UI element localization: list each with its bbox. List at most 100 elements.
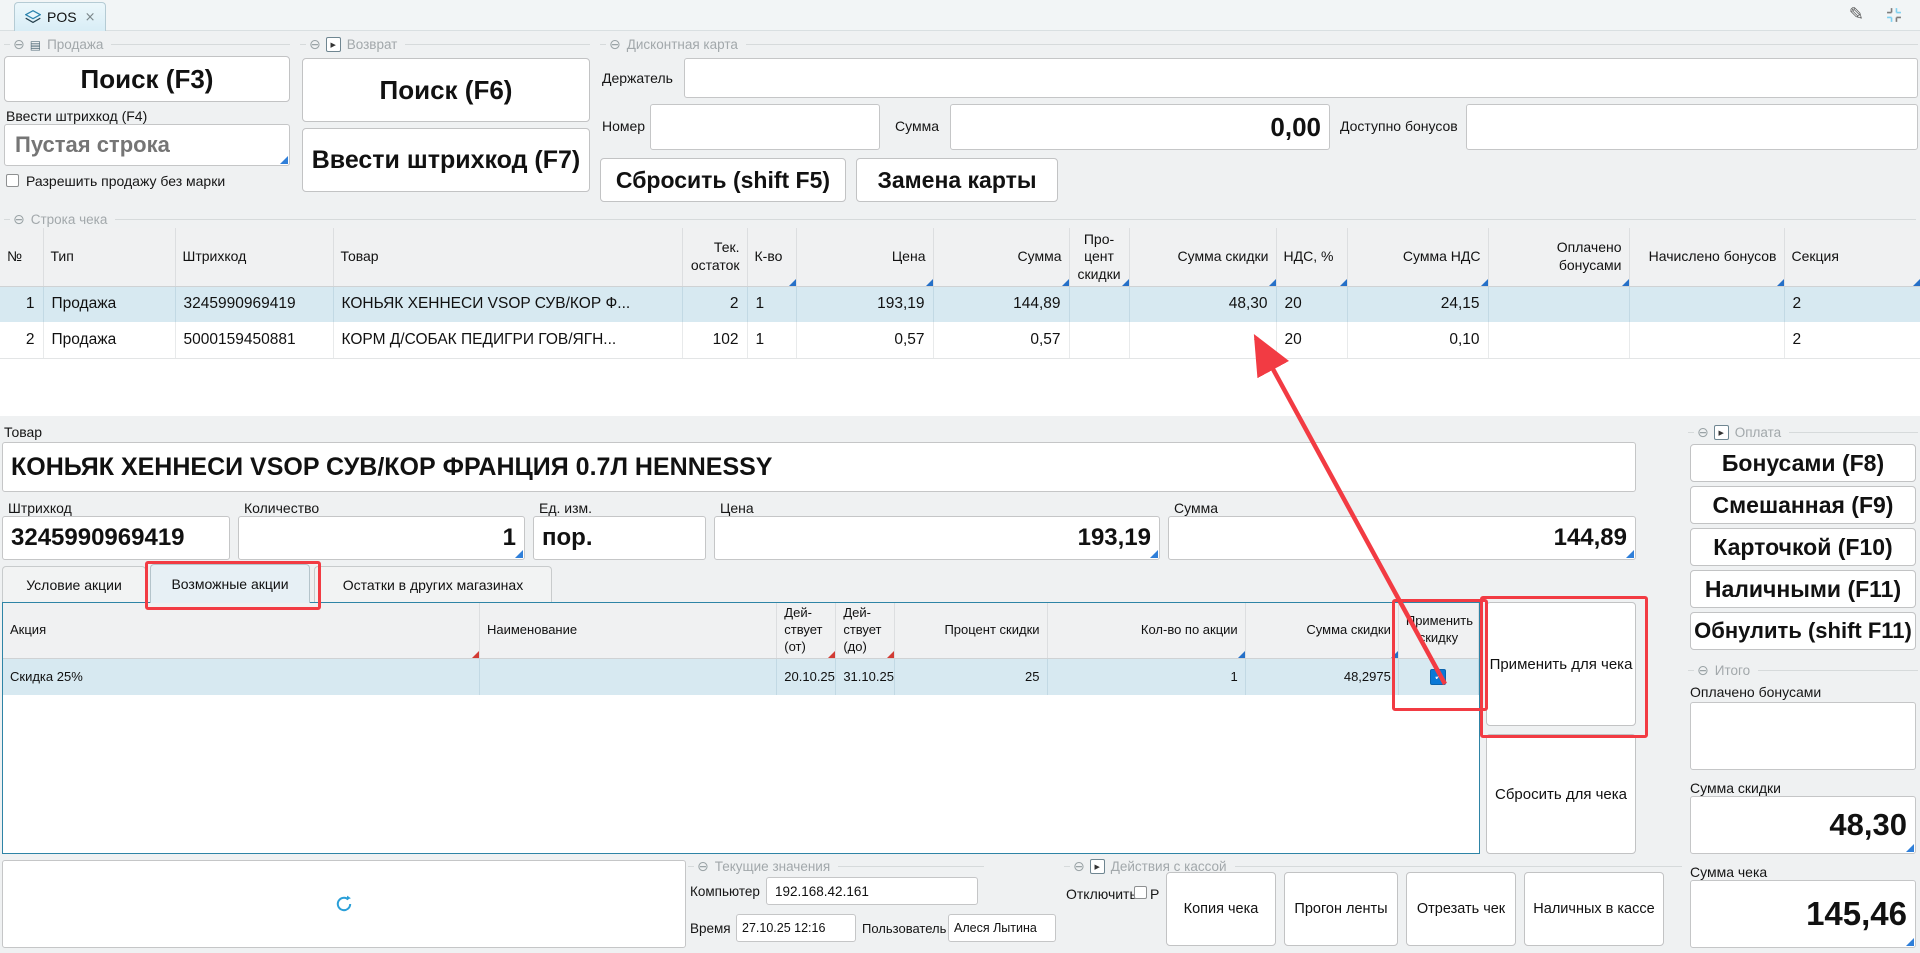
collapse-icon[interactable]: ⊖ <box>1697 426 1709 440</box>
collapse-icon[interactable]: ⊖ <box>1073 860 1085 874</box>
refresh-panel <box>2 860 686 948</box>
col-accrued-bonus[interactable]: Начислено бонусов <box>1629 228 1784 286</box>
col-price[interactable]: Цена <box>796 228 933 286</box>
cell <box>1488 286 1629 322</box>
col-paid-bonus[interactable]: Оплачено бонусами <box>1488 228 1629 286</box>
product-name-field[interactable]: КОНЬЯК ХЕННЕСИ VSOP СУВ/КОР ФРАНЦИЯ 0.7Л… <box>2 442 1636 492</box>
col-promo[interactable]: Акция <box>3 603 479 658</box>
cell: 20.10.25 <box>777 658 836 695</box>
card-reset-button[interactable]: Сбросить (shift F5) <box>600 158 846 202</box>
user-field[interactable]: Алеся Лытина <box>948 914 1056 942</box>
col-type[interactable]: Тип <box>43 228 175 286</box>
cell: 1 <box>0 286 43 322</box>
pay-mixed-button[interactable]: Смешанная (F9) <box>1690 486 1916 524</box>
cell: 20 <box>1276 286 1347 322</box>
sort-indicator-icon <box>1481 279 1488 286</box>
total-discount-field[interactable]: 48,30 <box>1690 796 1916 854</box>
collapse-icon[interactable]: ⊖ <box>13 213 25 227</box>
cell: 2 <box>1784 322 1920 358</box>
pay-card-button[interactable]: Карточкой (F10) <box>1690 528 1916 566</box>
col-promo-qty[interactable]: Кол-во по акции <box>1047 603 1245 658</box>
sort-indicator-icon <box>789 279 796 286</box>
col-stock[interactable]: Тек. остаток <box>682 228 747 286</box>
card-sum-field[interactable]: 0,00 <box>950 104 1330 150</box>
col-barcode[interactable]: Штрихкод <box>175 228 333 286</box>
col-sum[interactable]: Сумма <box>933 228 1069 286</box>
check-copy-button[interactable]: Копия чека <box>1166 872 1276 946</box>
product-price-field[interactable]: 193,19 <box>714 516 1160 560</box>
compress-corners-icon[interactable] <box>1886 7 1902 23</box>
refund-barcode-button[interactable]: Ввести штрихкод (F7) <box>302 128 590 192</box>
sort-indicator-icon <box>472 651 479 658</box>
collapse-icon[interactable]: ⊖ <box>13 38 25 52</box>
tab-close-icon[interactable]: × <box>85 10 96 25</box>
card-replace-button[interactable]: Замена карты <box>856 158 1058 202</box>
tab-other-stores-stock[interactable]: Остатки в других магазинах <box>314 566 552 603</box>
col-section[interactable]: Секция <box>1784 228 1920 286</box>
sort-indicator-icon <box>1391 651 1398 658</box>
col-discount-sum[interactable]: Сумма скидки <box>1245 603 1398 658</box>
col-discount-sum[interactable]: Сумма скидки <box>1129 228 1276 286</box>
collapse-icon[interactable]: ⊖ <box>697 860 709 874</box>
apply-for-check-button[interactable]: Применить для чека <box>1486 602 1636 726</box>
collapse-icon[interactable]: ⊖ <box>609 38 621 52</box>
sale-barcode-input[interactable] <box>13 131 281 159</box>
reset-for-check-button[interactable]: Сбросить для чека <box>1486 734 1636 854</box>
tab-possible-promos[interactable]: Возможные акции <box>150 564 310 603</box>
disable-checkbox[interactable] <box>1134 886 1147 899</box>
total-group-title: Итого <box>1715 663 1750 678</box>
computer-field[interactable]: 192.168.42.161 <box>766 877 978 905</box>
col-discount-percent[interactable]: Процент скидки <box>895 603 1047 658</box>
receipt-header-row: № Тип Штрихкод Товар Тек. остаток К-во Ц… <box>0 228 1920 286</box>
reset-payment-button[interactable]: Обнулить (shift F11) <box>1690 612 1916 650</box>
product-unit-field[interactable]: пор. <box>533 516 706 560</box>
refresh-icon[interactable] <box>334 894 354 914</box>
play-icon: ▶ <box>1090 859 1105 874</box>
tab-promo-conditions[interactable]: Условие акции <box>2 566 146 603</box>
disable-suffix-label: Р <box>1150 886 1159 902</box>
cash-in-register-button[interactable]: Наличных в кассе <box>1524 872 1664 946</box>
card-number-field[interactable] <box>650 104 880 150</box>
tab-pos[interactable]: POS × <box>14 2 106 31</box>
col-promo-name[interactable]: Наименование <box>479 603 776 658</box>
sale-barcode-label: Ввести штрихкод (F4) <box>6 108 147 124</box>
cell: 1 <box>747 322 796 358</box>
col-vat[interactable]: НДС, % <box>1276 228 1347 286</box>
total-check-sum-field[interactable]: 145,46 <box>1690 880 1916 948</box>
promo-row-1[interactable]: Скидка 25% 20.10.25 31.10.25 25 1 48,297… <box>3 658 1479 695</box>
cell: 3245990969419 <box>175 286 333 322</box>
col-number[interactable]: № <box>0 228 43 286</box>
available-bonus-field[interactable] <box>1466 104 1918 150</box>
receipt-row-2[interactable]: 2 Продажа 5000159450881 КОРМ Д/СОБАК ПЕД… <box>0 322 1920 358</box>
total-paid-bonus-field[interactable] <box>1690 702 1916 770</box>
card-holder-field[interactable] <box>684 58 1918 98</box>
cell: 20 <box>1276 322 1347 358</box>
pay-cash-button[interactable]: Наличными (F11) <box>1690 570 1916 608</box>
tape-run-button[interactable]: Прогон ленты <box>1284 872 1398 946</box>
col-vat-sum[interactable]: Сумма НДС <box>1347 228 1488 286</box>
cell: 24,15 <box>1347 286 1488 322</box>
collapse-icon[interactable]: ⊖ <box>1697 664 1709 678</box>
edit-pencil-icon[interactable]: ✎ <box>1849 4 1864 25</box>
time-field[interactable]: 27.10.25 12:16 <box>736 914 856 942</box>
pay-bonus-button[interactable]: Бонусами (F8) <box>1690 444 1916 482</box>
collapse-icon[interactable]: ⊖ <box>309 38 321 52</box>
col-product[interactable]: Товар <box>333 228 682 286</box>
cell: 193,19 <box>796 286 933 322</box>
allow-no-mark-checkbox[interactable] <box>6 174 19 187</box>
col-apply-discount[interactable]: Применить скидку <box>1398 603 1478 658</box>
cut-check-button[interactable]: Отрезать чек <box>1406 872 1516 946</box>
product-barcode-field[interactable]: 3245990969419 <box>2 516 230 560</box>
col-qty[interactable]: К-во <box>747 228 796 286</box>
col-valid-to[interactable]: Дей- ствует (до) <box>836 603 895 658</box>
promo-table-container: Акция Наименование Дей- ствует (от) Дей-… <box>2 602 1480 854</box>
refund-search-button[interactable]: Поиск (F6) <box>302 58 590 122</box>
sale-search-button[interactable]: Поиск (F3) <box>4 56 290 102</box>
cell: 2 <box>682 286 747 322</box>
col-valid-from[interactable]: Дей- ствует (от) <box>777 603 836 658</box>
product-sum-field[interactable]: 144,89 <box>1168 516 1636 560</box>
col-discount-percent[interactable]: Про- цент скидки <box>1069 228 1129 286</box>
receipt-row-1[interactable]: 1 Продажа 3245990969419 КОНЬЯК ХЕННЕСИ V… <box>0 286 1920 322</box>
apply-discount-checkbox[interactable]: ✓ <box>1430 669 1446 685</box>
product-qty-field[interactable]: 1 <box>238 516 525 560</box>
